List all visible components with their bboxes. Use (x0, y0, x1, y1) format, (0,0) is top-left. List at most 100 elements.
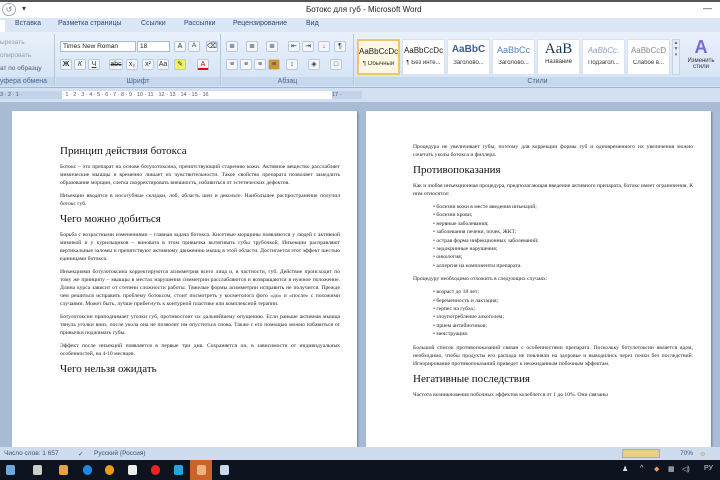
tab-insert[interactable]: Вставка (15, 20, 41, 27)
spellcheck-icon[interactable]: ✓ (78, 450, 83, 458)
format-painter-button[interactable]: ат по образцу (0, 65, 42, 72)
underline-icon[interactable]: Ч (88, 59, 100, 70)
tab-home[interactable] (0, 20, 5, 32)
input-language[interactable]: РУ (704, 465, 713, 472)
sort-icon[interactable]: ↓ (318, 41, 330, 52)
show-marks-icon[interactable]: ¶ (334, 41, 346, 52)
zoom-level[interactable]: 70% (680, 450, 693, 457)
paragraph: Процедура не увеличивает губы, поэтому д… (413, 144, 693, 158)
align-right-icon[interactable]: ≡ (254, 59, 266, 70)
decrease-indent-icon[interactable]: ⇤ (288, 41, 300, 52)
strikethrough-icon[interactable]: abc (109, 59, 123, 70)
font-group-label: Шрифт (56, 77, 220, 86)
multilevel-list-icon[interactable]: ≣ (266, 41, 278, 52)
cut-button[interactable]: ырезать (0, 39, 25, 46)
bullets-icon[interactable]: ≣ (226, 41, 238, 52)
font-size-input[interactable]: 18 (137, 41, 170, 52)
list-item: эндокринные нарушения; (433, 245, 693, 253)
skype-icon[interactable] (174, 465, 183, 475)
network-icon[interactable]: ▦ (668, 465, 675, 473)
clear-format-icon[interactable]: ⌫ (206, 41, 218, 52)
mail-icon[interactable] (128, 465, 137, 475)
minimize-button[interactable]: — (703, 3, 712, 13)
paragraph: Процедуру необходимо отложить в следующи… (413, 276, 548, 283)
increase-indent-icon[interactable]: ⇥ (302, 41, 314, 52)
change-case-icon[interactable]: Aa (157, 59, 169, 70)
style-title[interactable]: AaB Название (537, 39, 580, 75)
style-name: Заголово... (453, 60, 484, 66)
style-preview: AaBbCcDc (359, 47, 398, 56)
style-heading-2[interactable]: AaBbCc Заголово... (492, 39, 535, 75)
font-group: Times New Roman 18 A A ⌫ Ж К Ч abc x₂ x²… (56, 34, 221, 86)
numbering-icon[interactable]: ≣ (246, 41, 258, 52)
edge-icon[interactable] (83, 465, 92, 475)
change-styles-icon: A (694, 37, 708, 57)
line-spacing-icon[interactable]: ↕ (286, 59, 298, 70)
list-item: беременность и лактация; (433, 297, 693, 305)
tab-mailings[interactable]: Рассылки (184, 20, 215, 27)
status-bar: Число слов: 1 657 ✓ Русский (Россия) 70%… (0, 447, 720, 460)
task-view-icon[interactable] (6, 465, 15, 475)
justify-icon[interactable]: ≡ (268, 59, 280, 70)
list-item: менструация. (433, 330, 693, 338)
font-name-input[interactable]: Times New Roman (60, 41, 136, 52)
undo-icon[interactable]: ↺ (2, 3, 16, 16)
bold-icon[interactable]: Ж (60, 59, 72, 70)
tab-page-layout[interactable]: Разметка страницы (58, 20, 122, 27)
grow-font-icon[interactable]: A (174, 41, 186, 52)
opera-icon[interactable] (151, 465, 160, 475)
media-icon[interactable] (59, 465, 68, 475)
document-page-2[interactable]: Процедура не увеличивает губы, поэтому д… (366, 111, 711, 447)
tab-review[interactable]: Рецензирование (233, 20, 287, 27)
style-preview: AaB (544, 41, 573, 57)
copy-button[interactable]: опировать (0, 52, 31, 59)
horizontal-ruler[interactable]: 3 · 2 · 1 · · 1 · 2 · 3 · 4 · 5 · 6 · 7 … (0, 88, 720, 102)
superscript-icon[interactable]: x² (142, 59, 154, 70)
word-count[interactable]: Число слов: 1 657 (4, 450, 59, 457)
heading: Противопоказания (413, 164, 501, 176)
style-heading-1[interactable]: AaBbC Заголово... (447, 39, 490, 75)
store-icon[interactable] (33, 465, 42, 475)
chrome-icon[interactable] (105, 465, 114, 475)
italic-icon[interactable]: К (74, 59, 86, 70)
style-subtitle[interactable]: AaBbCc. Подзагол... (582, 39, 625, 75)
style-no-spacing[interactable]: AaBbCcDc ¶ Без инте... (402, 39, 445, 75)
heading: Чего нельзя ожидать (60, 363, 157, 375)
style-subtle-emphasis[interactable]: AaBbCcD Слабое в... (627, 39, 670, 75)
paragraph: Ботокс – это препарат на основе ботулото… (60, 164, 340, 186)
zoom-out-icon[interactable]: ⊖ (700, 450, 705, 458)
styles-scroll[interactable]: ▲ ▼ ▾ (672, 39, 680, 75)
volume-icon[interactable]: ◁) (682, 465, 690, 473)
tab-references[interactable]: Ссылки (141, 20, 166, 27)
borders-icon[interactable]: □ (330, 59, 342, 70)
style-normal[interactable]: AaBbCcDc ¶ Обычный (357, 39, 400, 75)
highlight-icon[interactable]: ✎ (174, 59, 186, 70)
change-styles-button[interactable]: A Изменить стили (683, 37, 719, 70)
ribbon-tabs: Вставка Разметка страницы Ссылки Рассылк… (0, 18, 720, 32)
paragraph: Инъекции вводятся в носогубные складки, … (60, 193, 340, 207)
word-icon[interactable] (220, 465, 229, 475)
style-name: Подзагол... (588, 60, 619, 66)
document-page-1[interactable]: Принцип действия ботокса Ботокс – это пр… (12, 111, 357, 447)
list-item: герпес на губах; (433, 305, 693, 313)
align-center-icon[interactable]: ≡ (240, 59, 252, 70)
paragraph: Ботулотоксин приподнимает уголки губ, пр… (60, 314, 340, 336)
view-buttons[interactable] (622, 449, 660, 458)
tray-expand-icon[interactable]: ^ (640, 465, 643, 472)
shading-icon[interactable]: ◈ (308, 59, 320, 70)
language[interactable]: Русский (Россия) (94, 450, 146, 457)
app-icon (197, 465, 206, 475)
list-item: болезни кожи в месте введения инъекций; (433, 203, 693, 211)
font-color-icon[interactable]: A (197, 59, 209, 70)
shrink-font-icon[interactable]: A (188, 41, 200, 52)
paragraph-group-label: Абзац (222, 77, 353, 86)
subscript-icon[interactable]: x₂ (126, 59, 138, 70)
quick-access-dropdown-icon[interactable]: ▾ (22, 4, 26, 13)
people-icon[interactable]: ♟ (622, 465, 628, 473)
paragraph: Как и любая инъекционная процедура, пред… (413, 183, 693, 197)
align-left-icon[interactable]: ≡ (226, 59, 238, 70)
clipboard-label: уфера обмена (0, 77, 54, 86)
paragraph: Инъекциями ботулотоксина корректируются … (60, 269, 340, 307)
tab-view[interactable]: Вид (306, 20, 319, 27)
tray-app-icon[interactable]: ◆ (654, 465, 659, 473)
